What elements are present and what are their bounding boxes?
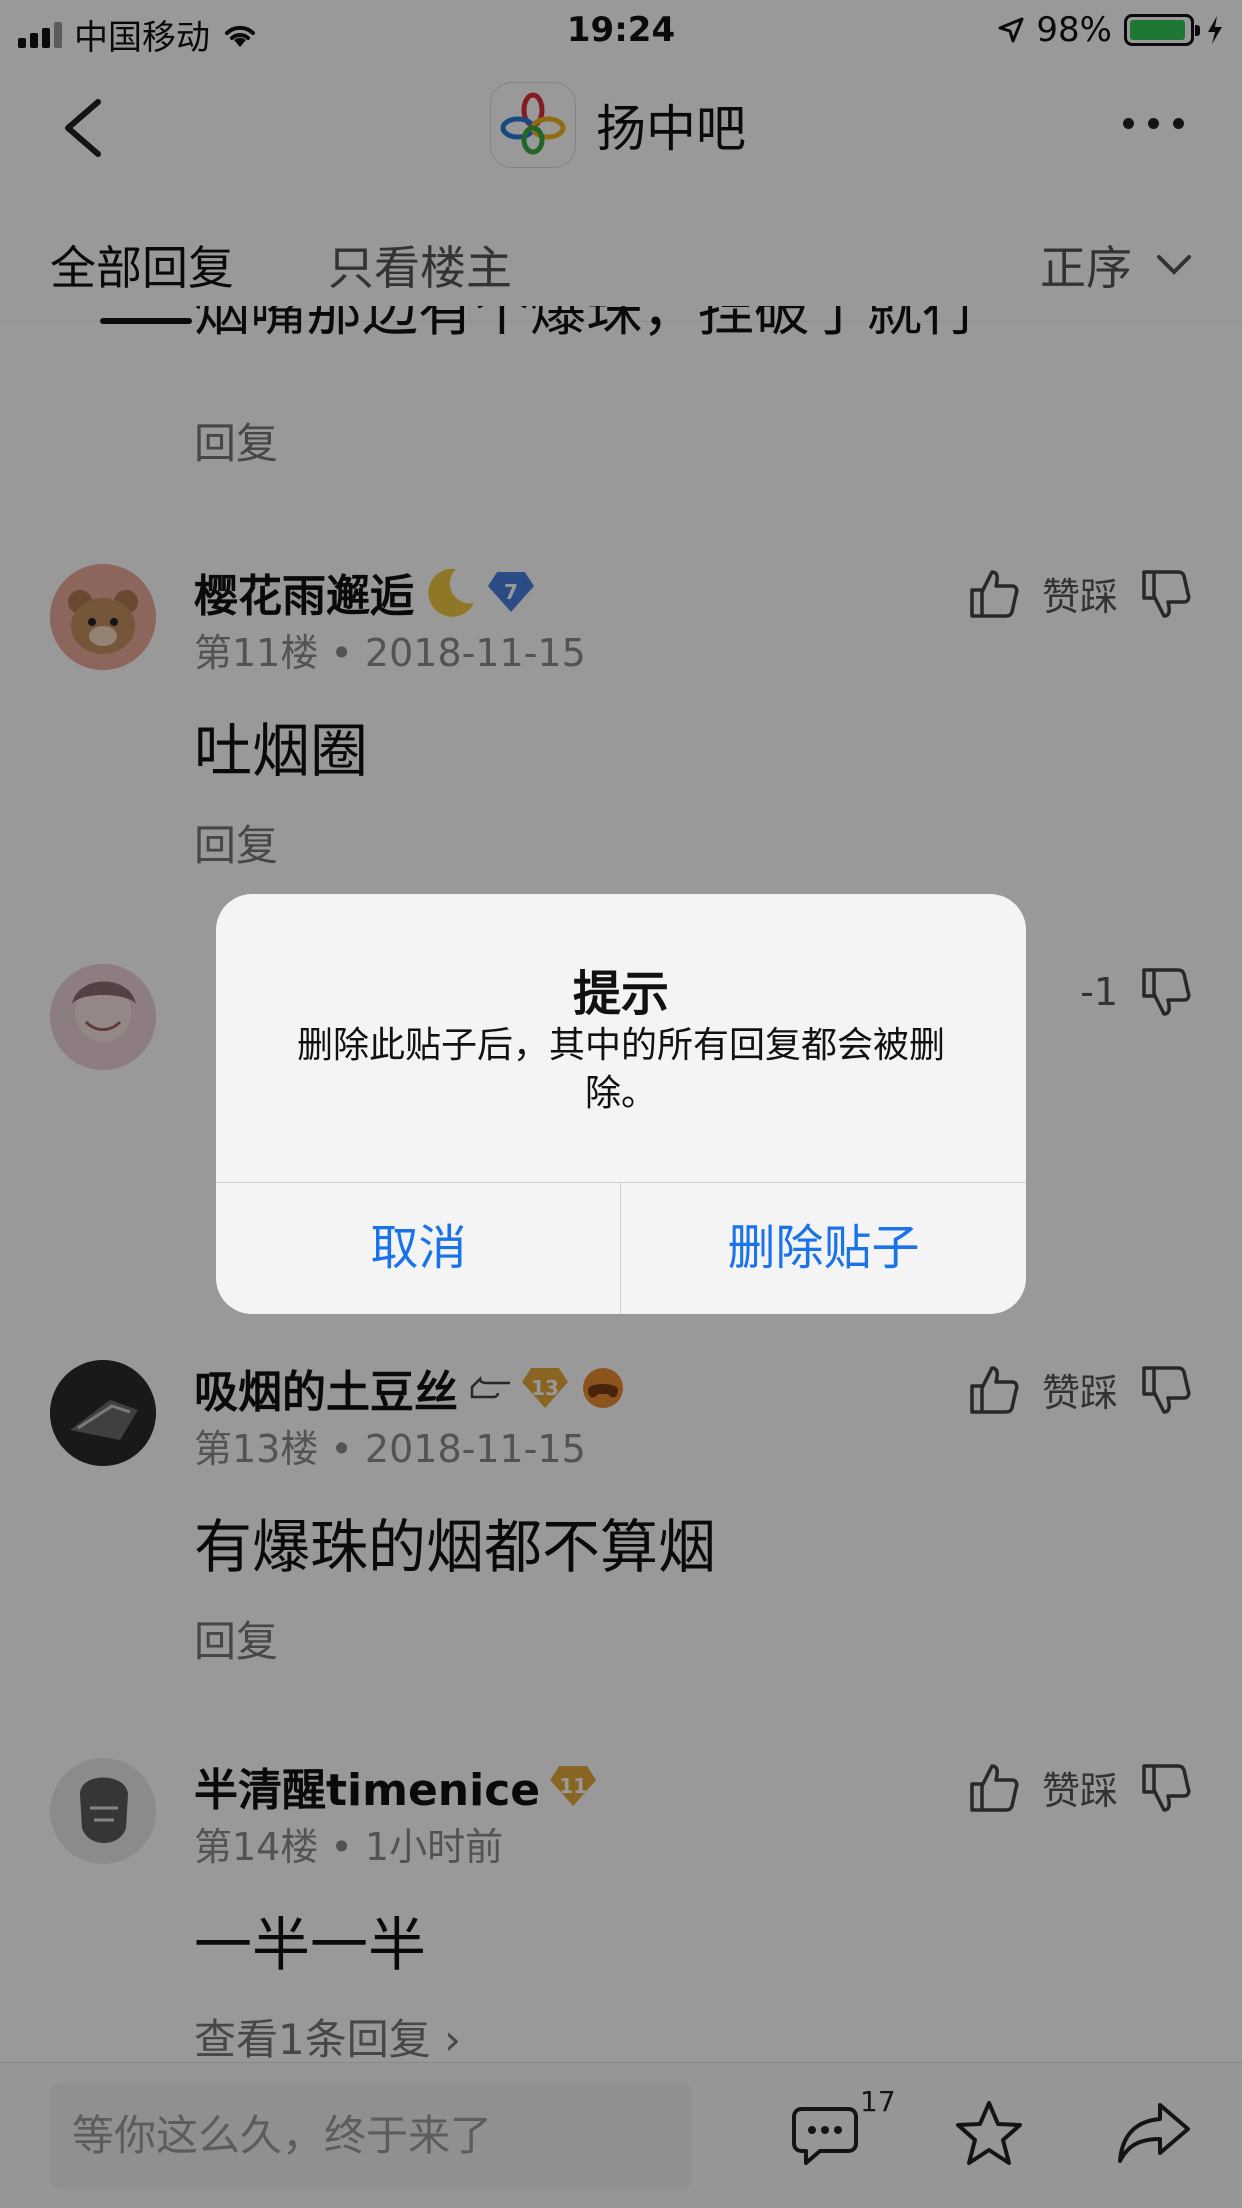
delete-confirm-dialog: 提示 删除此贴子后，其中的所有回复都会被删除。 取消 删除贴子 — [216, 894, 1026, 1314]
delete-post-button[interactable]: 删除贴子 — [621, 1182, 1026, 1314]
cancel-button[interactable]: 取消 — [216, 1182, 621, 1314]
dialog-message: 删除此贴子后，其中的所有回复都会被删除。 — [296, 1025, 945, 1114]
post-detail-page: 中国移动 19:24 98% 扬中吧 全部回复 只看楼主 正序 烟嘴那边有个爆珠… — [0, 0, 1242, 2208]
dialog-title: 提示 — [572, 966, 669, 1022]
